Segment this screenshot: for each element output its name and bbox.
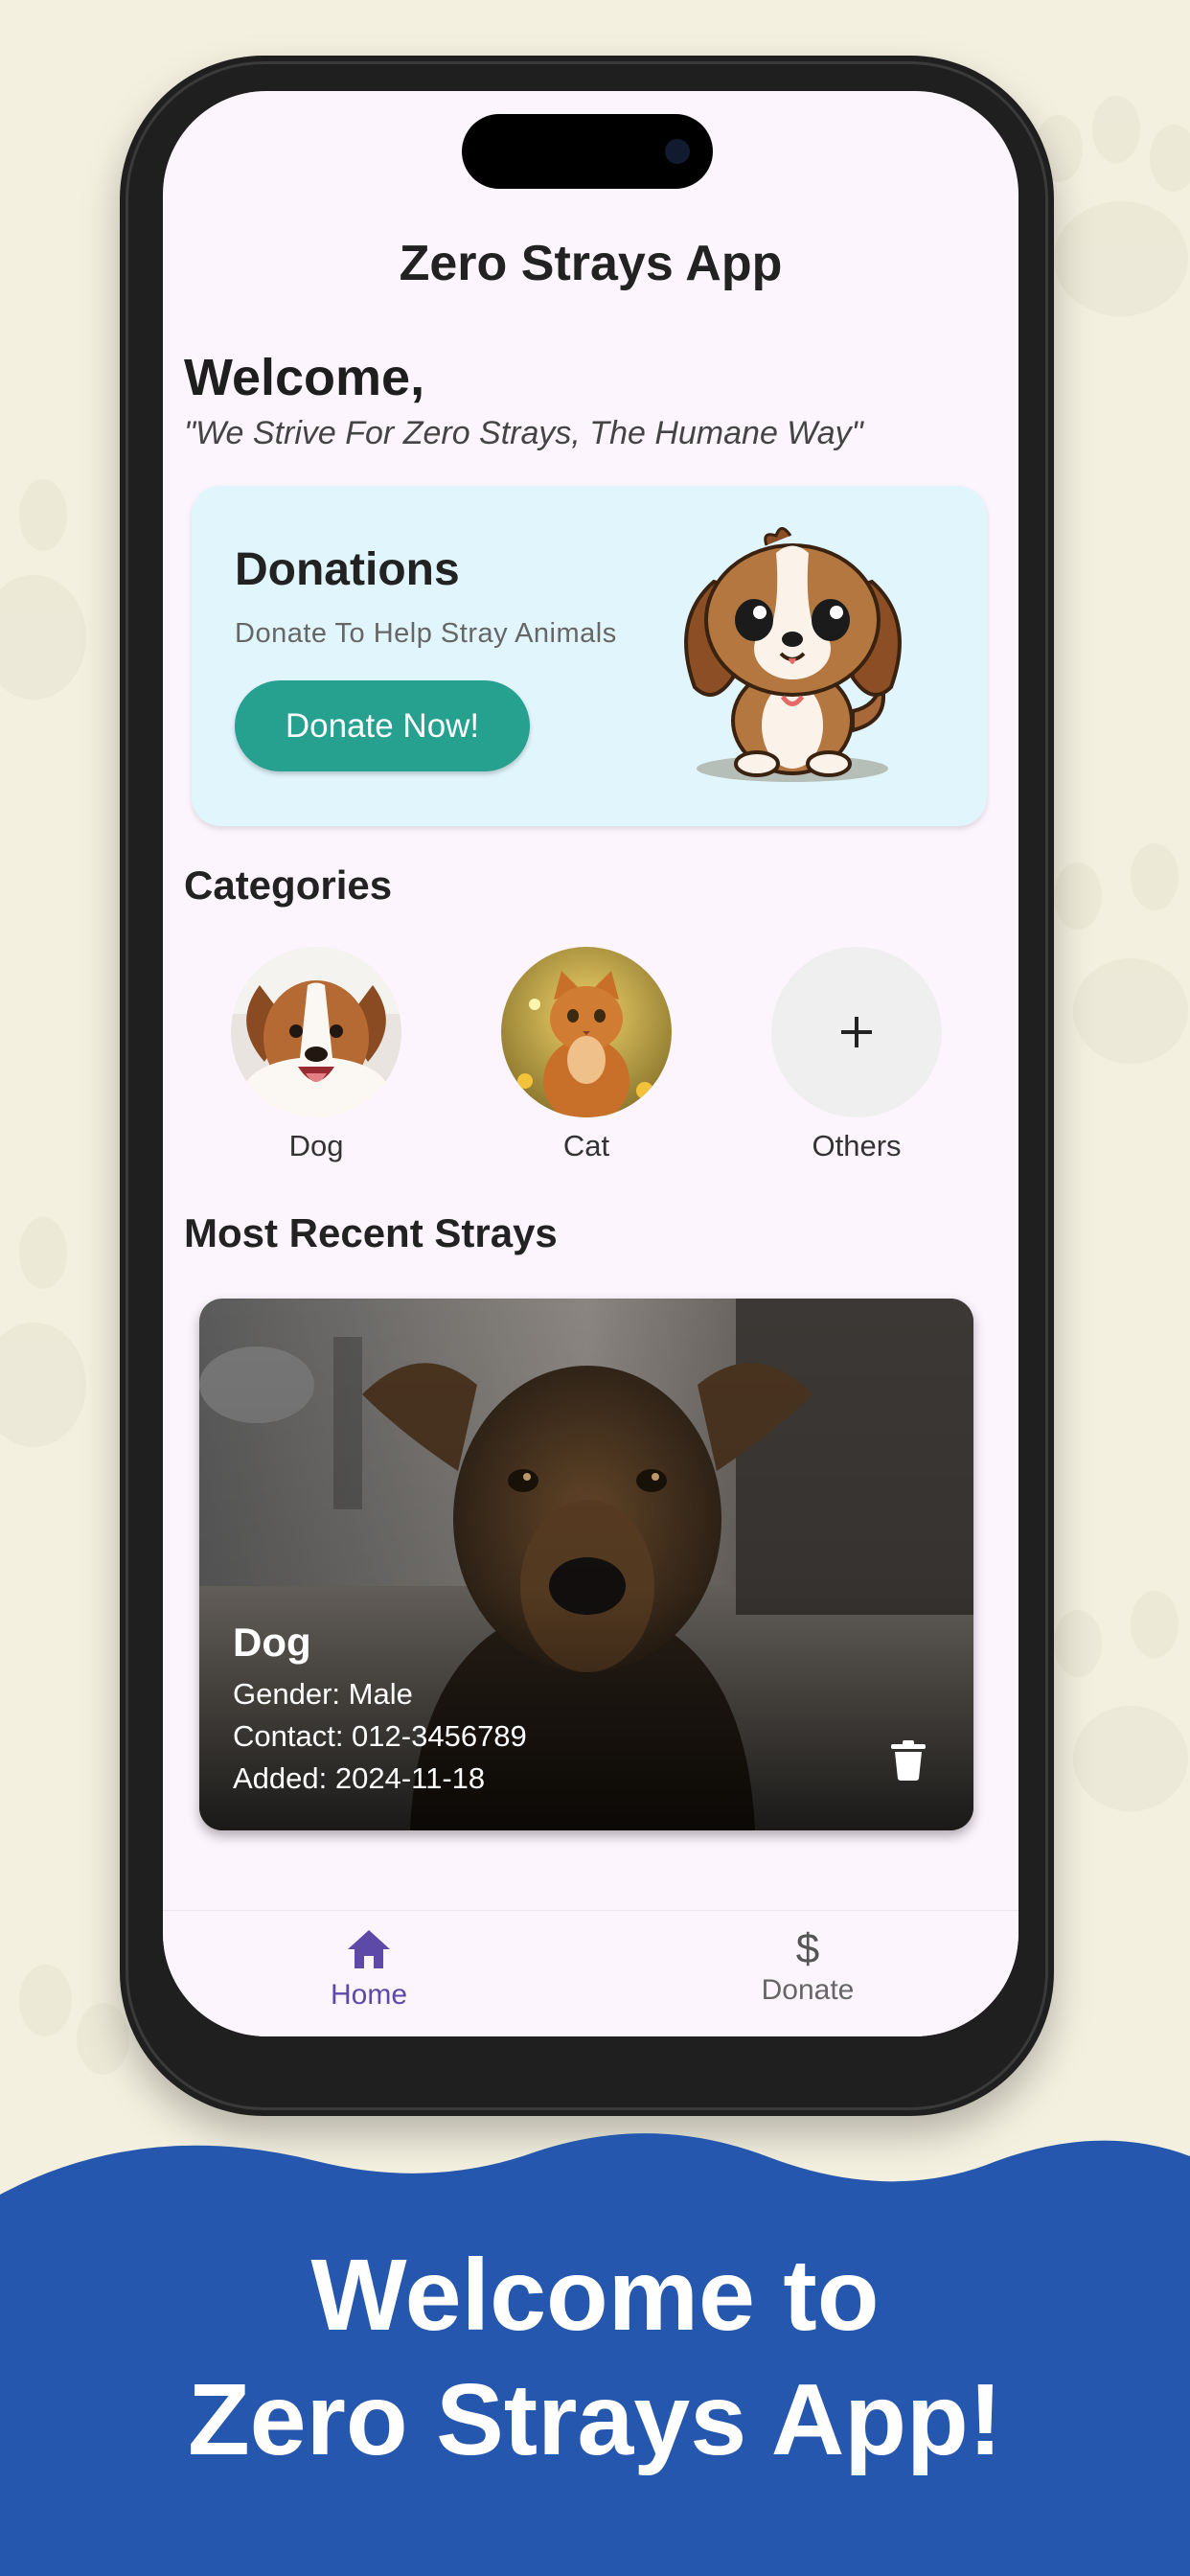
stray-added-date: Added: 2024-11-18 <box>233 1761 486 1795</box>
nav-donate-label: Donate <box>761 1974 855 2006</box>
bottom-navigation: Home $ Donate <box>163 1910 1018 2036</box>
welcome-heading: Welcome, <box>184 349 425 406</box>
paw-decoration <box>1054 1591 1188 1821</box>
paw-decoration <box>0 1965 134 2118</box>
cat-avatar <box>501 947 672 1117</box>
camera-icon <box>665 139 690 164</box>
headline-line2: Zero Strays App! <box>187 2363 1003 2476</box>
promo-headline: Welcome to Zero Strays App! <box>0 2233 1190 2482</box>
donate-now-button[interactable]: Donate Now! <box>235 680 530 771</box>
dynamic-island <box>462 114 713 189</box>
donation-subtitle: Donate To Help Stray Animals <box>235 618 617 649</box>
others-circle <box>771 947 942 1117</box>
paw-decoration <box>1054 843 1188 1073</box>
stray-contact: Contact: 012-3456789 <box>233 1719 527 1753</box>
stray-card[interactable]: Dog Gender: Male Contact: 012-3456789 Ad… <box>199 1299 973 1830</box>
dog-avatar <box>231 947 401 1117</box>
headline-line1: Welcome to <box>310 2239 880 2352</box>
app-title: Zero Strays App <box>399 236 783 291</box>
category-label: Cat <box>562 1129 610 1162</box>
puppy-illustration <box>684 527 902 782</box>
tagline-quote: "We Strive For Zero Strays, The Humane W… <box>184 415 863 451</box>
trash-icon[interactable] <box>891 1740 926 1781</box>
nav-donate[interactable]: $ Donate <box>712 1928 904 2007</box>
category-cat[interactable]: Cat <box>500 947 673 1163</box>
dollar-icon: $ <box>795 1925 820 1972</box>
categories-title: Categories <box>184 862 393 908</box>
donation-title: Donations <box>235 544 460 595</box>
plus-icon <box>841 1017 872 1047</box>
nav-home-label: Home <box>330 1979 408 2011</box>
category-label: Dog <box>288 1129 344 1162</box>
recent-strays-title: Most Recent Strays <box>184 1210 558 1255</box>
stray-name: Dog <box>233 1620 311 1665</box>
category-dog[interactable]: Dog <box>230 947 402 1163</box>
paw-decoration <box>0 1217 105 1457</box>
donation-card: Donations Donate To Help Stray Animals D… <box>192 486 987 826</box>
nav-home[interactable]: Home <box>273 1928 465 2012</box>
category-others[interactable]: Others <box>770 947 943 1163</box>
paw-decoration <box>1035 96 1190 335</box>
home-icon <box>348 1930 390 1968</box>
app-screen: Zero Strays App Welcome, "We Strive For … <box>163 91 1018 2036</box>
paw-decoration <box>0 479 115 709</box>
category-label: Others <box>812 1129 902 1162</box>
stray-gender: Gender: Male <box>233 1677 413 1711</box>
stray-info: Dog Gender: Male Contact: 012-3456789 Ad… <box>233 1620 527 1796</box>
